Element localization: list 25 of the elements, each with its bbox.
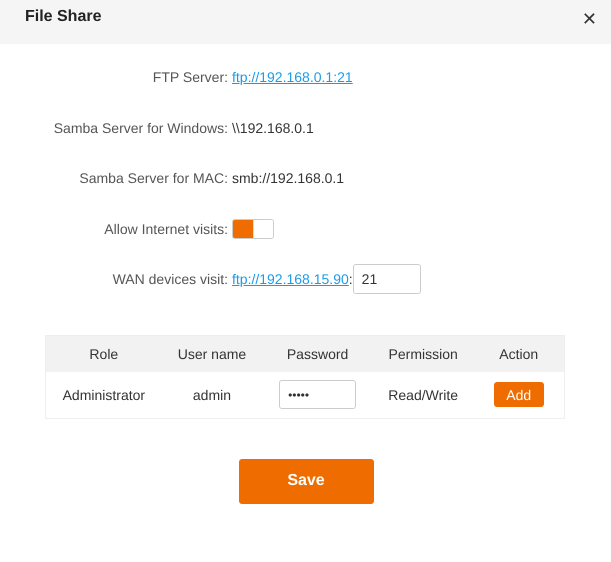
column-header: Action <box>498 346 540 362</box>
column-header: Password <box>286 346 350 362</box>
save-button[interactable]: Save <box>238 458 374 504</box>
field-label: Allow Internet visits: <box>103 220 228 237</box>
dialog-title: File Share <box>25 8 102 26</box>
table-cell: admin <box>192 386 232 402</box>
ftp-link[interactable]: ftp://192.168.0.1:21 <box>232 69 353 86</box>
password-input[interactable]: ••••• <box>279 380 356 409</box>
field-label: WAN devices visit: <box>112 271 228 288</box>
field-label: Samba Server for MAC: <box>78 170 228 186</box>
field-label: FTP Server: <box>152 69 228 86</box>
separator: : <box>348 271 353 288</box>
ftp-link[interactable]: ftp://192.168.15.90 <box>232 271 349 288</box>
field-value: \\192.168.0.1 <box>232 120 314 136</box>
field-value: smb://192.168.0.1 <box>232 170 344 186</box>
port-input[interactable]: 21 <box>352 264 421 294</box>
column-header: User name <box>176 346 248 362</box>
table-cell: Administrator <box>62 386 146 402</box>
column-header: Permission <box>388 346 459 362</box>
add-button[interactable]: Add <box>494 382 544 407</box>
column-header: Role <box>88 346 120 362</box>
field-label: Samba Server for Windows: <box>52 120 228 136</box>
table-cell: Read/Write <box>388 386 458 402</box>
toggle-switch[interactable] <box>232 218 274 239</box>
close-button[interactable]: ✕ <box>582 9 597 30</box>
